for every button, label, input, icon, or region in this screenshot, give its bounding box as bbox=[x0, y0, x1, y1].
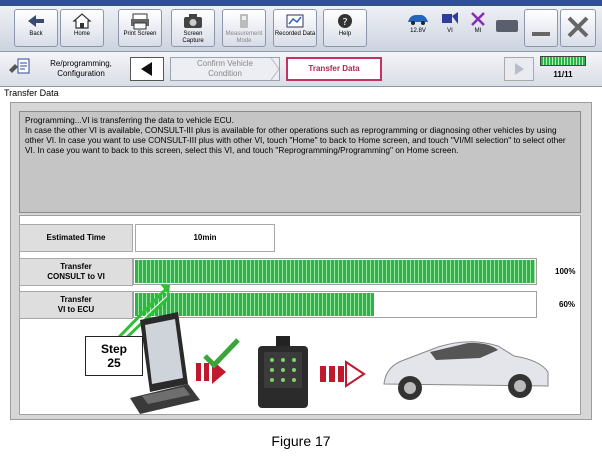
figure-caption: Figure 17 bbox=[271, 433, 331, 449]
step-callout-text: Step 25 bbox=[100, 342, 127, 370]
vi-device-image bbox=[258, 336, 308, 408]
check-arrow-icon bbox=[196, 338, 240, 384]
transfer-illustration bbox=[116, 284, 549, 414]
transfer-arrow-icon bbox=[320, 360, 366, 388]
vehicle-image bbox=[383, 341, 549, 400]
step-callout: Step 25 bbox=[85, 336, 143, 376]
